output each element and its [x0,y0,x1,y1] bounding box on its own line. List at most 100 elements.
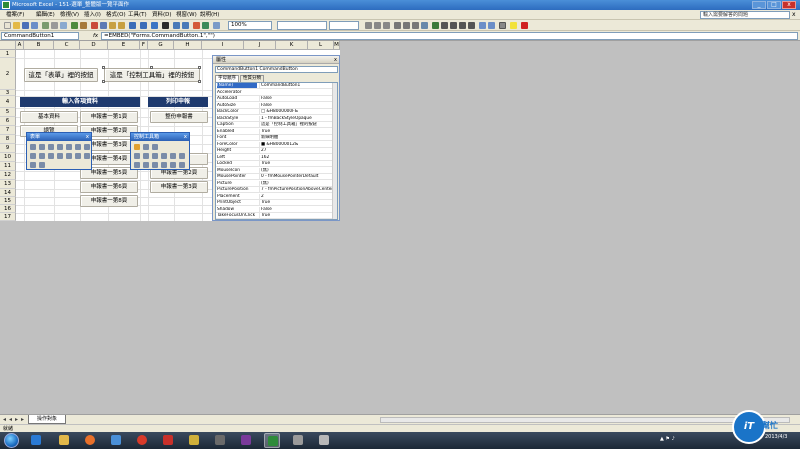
sort-descending-icon[interactable] [182,22,189,29]
bold-icon[interactable] [365,22,372,29]
decrease-indent-icon[interactable] [479,22,486,29]
column-header[interactable]: D [80,41,108,50]
menu-file[interactable]: 檔案(F) [6,11,24,19]
property-row[interactable]: Left 162 [216,154,337,161]
close-icon[interactable]: x [86,133,89,141]
properties-title-bar[interactable]: 屬性 x [213,56,339,64]
underline-icon[interactable] [383,22,390,29]
property-row[interactable]: MousePointer 0 - fmMousePointerDefault [216,174,337,180]
property-row[interactable]: Locked True [216,161,337,167]
row-header[interactable]: 17 [0,213,16,221]
design-mode-icon[interactable] [134,144,140,150]
selection-handle[interactable] [198,80,201,83]
property-row[interactable]: Enabled True [216,128,337,135]
permission-icon[interactable] [31,22,38,29]
property-row[interactable]: BackStyle 1 - fmBackStyleOpaque [216,115,337,122]
sheet-tab[interactable]: 操作對象 [28,415,66,424]
column-header[interactable]: I [202,41,244,50]
property-row[interactable]: Height 27 [216,148,337,154]
print-preview-icon[interactable] [60,22,67,29]
tab-categorized[interactable]: 性質分類 [240,75,264,82]
taskbar-app[interactable] [290,433,306,448]
percent-icon[interactable] [441,22,448,29]
property-grid-scrollbar[interactable] [332,83,337,219]
property-grid[interactable]: (Name) CommandButton1 Accelerator AutoLoa… [215,82,338,220]
increase-decimal-icon[interactable] [459,22,466,29]
sort-ascending-icon[interactable] [173,22,180,29]
control-toolbox-icon[interactable] [213,22,220,29]
column-header[interactable]: H [174,41,202,50]
redo-icon[interactable] [140,22,147,29]
close-icon[interactable]: x [334,56,337,64]
combobox-icon[interactable] [179,153,185,159]
column-header[interactable]: B [24,41,54,50]
taskbar-firefox[interactable] [82,433,98,448]
column-header[interactable]: G [148,41,174,50]
checkbox-icon[interactable] [134,153,140,159]
column-header[interactable]: E [108,41,140,50]
new-icon[interactable] [4,22,11,29]
research-icon[interactable] [80,22,87,29]
open-icon[interactable] [13,22,20,29]
control-properties-icon[interactable] [75,153,81,159]
property-row[interactable]: Caption 這是「控制工具箱」裡的按鈕 [216,122,337,128]
property-row[interactable]: MouseIcon (無) [216,167,337,174]
groupbox-icon[interactable] [48,144,54,150]
menu-window[interactable]: 視窗(W) [176,11,197,19]
row-header[interactable]: 14 [0,189,16,197]
label-icon[interactable] [161,162,167,168]
font-size-select[interactable] [329,21,359,30]
property-row[interactable]: BackColor □ &H8000000F& [216,109,337,115]
last-sheet-icon[interactable]: ▸ [21,416,24,424]
align-right-icon[interactable] [412,22,419,29]
drawing-icon[interactable] [202,22,209,29]
row-header[interactable]: 12 [0,171,16,180]
combobox-icon[interactable] [30,153,36,159]
properties-icon[interactable] [143,144,149,150]
copy-icon[interactable] [100,22,107,29]
workbook-close-icon[interactable]: x [792,11,796,19]
control-toolbox[interactable]: 控制工具箱 x [130,132,190,170]
selection-handle[interactable] [102,66,105,69]
row-header[interactable]: 9 [0,144,16,153]
checkbox-icon[interactable] [66,144,72,150]
property-row[interactable]: Accelerator [216,90,337,96]
scrollbar-icon[interactable] [57,153,63,159]
property-row[interactable]: ForeColor ■ &H80000012& [216,141,337,148]
menu-help[interactable]: 說明(H) [200,11,219,19]
taskbar-media[interactable] [108,433,124,448]
run-dialog-icon[interactable] [39,162,45,168]
basic-data-button[interactable]: 基本資料 [20,111,78,123]
row-header[interactable]: 8 [0,135,16,144]
system-tray[interactable]: ▲ ⚑ ♪ [660,436,675,442]
property-row[interactable]: PrintObject True [216,200,337,206]
next-sheet-icon[interactable]: ▸ [15,416,18,424]
taskbar-chrome[interactable] [134,433,150,448]
property-row[interactable]: Font 新細明體 [216,135,337,141]
property-row[interactable]: AutoLoad False [216,96,337,102]
listbox-icon[interactable] [84,144,90,150]
menu-tools[interactable]: 工具(T) [128,11,147,19]
toggle-grid-icon[interactable] [30,162,36,168]
column-header[interactable]: C [54,41,80,50]
comma-style-icon[interactable] [450,22,457,29]
column-header[interactable]: K [276,41,308,50]
tab-alphabetic[interactable]: 字母順序 [215,75,239,82]
control-toolbox-title[interactable]: 控制工具箱 x [131,133,189,141]
property-row[interactable]: Placement 2 [216,193,337,200]
property-row[interactable]: TakeFocusOnClick True [216,213,337,219]
taskbar-app[interactable] [316,433,332,448]
italic-icon[interactable] [374,22,381,29]
taskbar-ie[interactable] [28,433,44,448]
print-icon[interactable] [51,22,58,29]
form-page-6-button[interactable]: 申報書一第6頁 [80,181,138,193]
row-header[interactable]: 13 [0,180,16,189]
menu-data[interactable]: 資料(D) [152,11,172,19]
align-left-icon[interactable] [394,22,401,29]
align-center-icon[interactable] [403,22,410,29]
combo-list-icon[interactable] [39,153,45,159]
editbox-icon[interactable] [39,144,45,150]
font-color-icon[interactable] [521,22,528,29]
edit-code-icon[interactable] [84,153,90,159]
form-page-8-button[interactable]: 申報書一第8頁 [80,195,138,207]
